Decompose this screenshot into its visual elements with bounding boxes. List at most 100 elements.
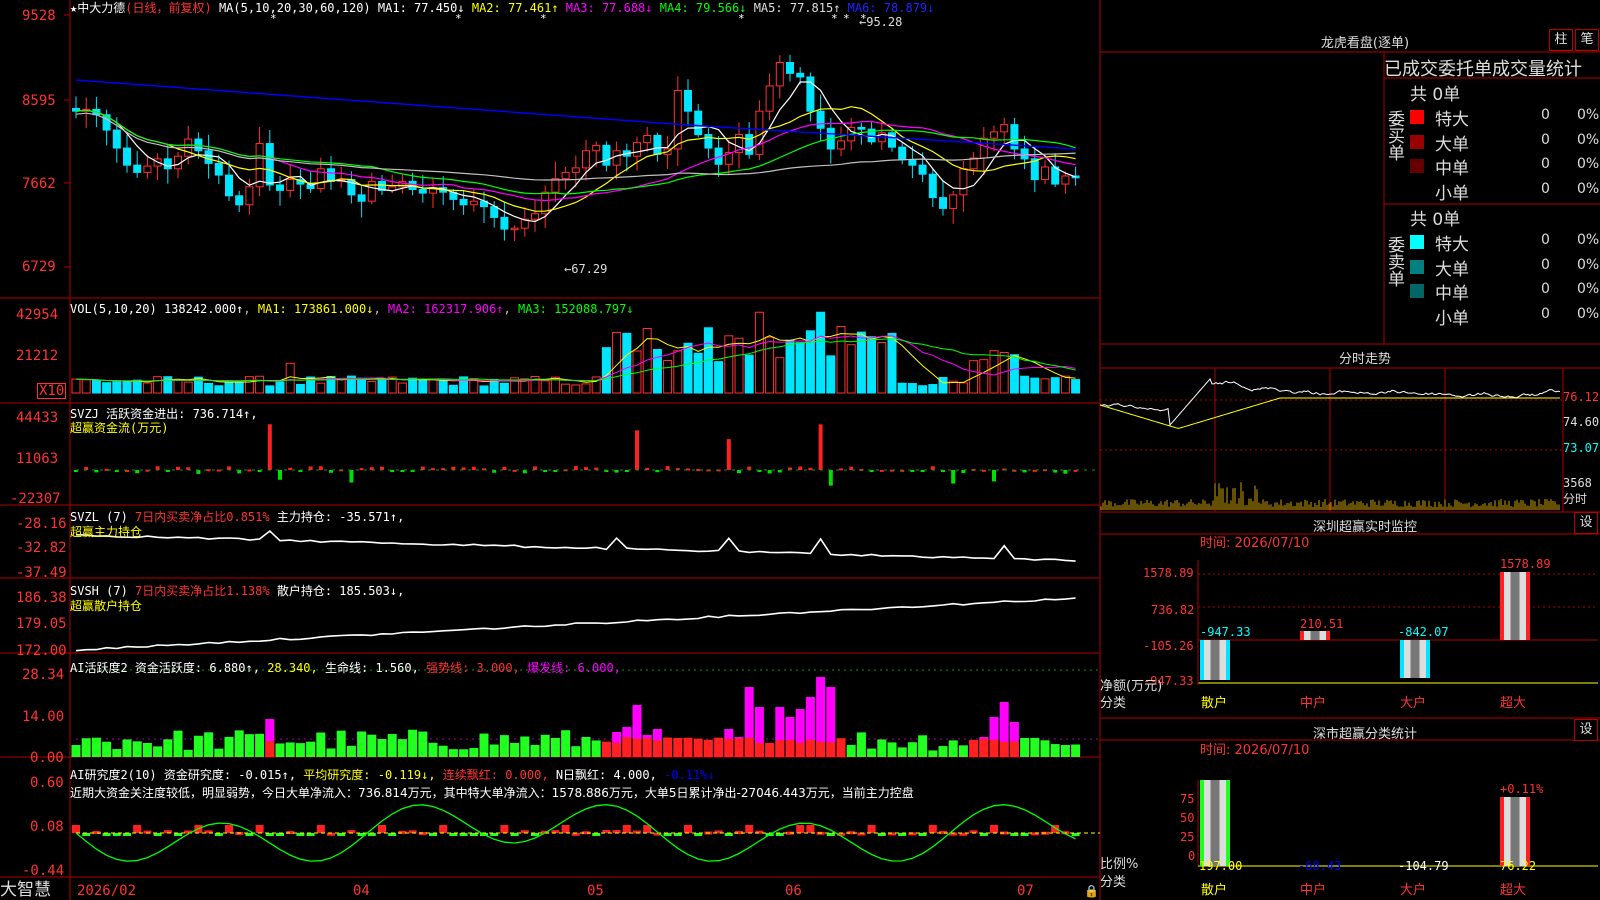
flow-bar (206, 469, 211, 472)
activity-bar (316, 732, 326, 757)
volume-bar (418, 379, 428, 394)
stat-category: 散户 (1201, 883, 1228, 898)
flow-bar (839, 468, 843, 471)
research-bar (225, 825, 233, 833)
svzj-axis-label: 44433 (16, 410, 59, 426)
research-bar (622, 825, 631, 833)
activity-bar (561, 730, 571, 757)
candle (602, 144, 611, 166)
price-legend: ★中大力德(日线，前复权) MA(5,10,20,30,60,120) MA1:… (70, 1, 934, 15)
svzj-axis-label: 11063 (16, 451, 59, 467)
activity-bar (969, 739, 979, 757)
activity-bar (448, 749, 458, 757)
volume-bar (377, 378, 387, 394)
research-bar (867, 825, 876, 833)
buy-total: 共 0单 (1410, 85, 1461, 105)
volume-bar (816, 311, 826, 394)
bar-mode-button[interactable]: 柱 (1549, 29, 1573, 51)
sell-orders-label: 委卖单 (1384, 236, 1404, 287)
tick-mode-button[interactable]: 笔 (1575, 29, 1599, 51)
svsh-axis-label: 172.00 (16, 643, 67, 659)
candle (939, 197, 947, 209)
activity-bar (479, 733, 489, 757)
sz-category: 超大 (1500, 696, 1527, 711)
candle (245, 186, 254, 206)
volume-bar (1030, 377, 1040, 394)
candle (357, 194, 366, 202)
stat-value-label: -104.79 (1398, 859, 1449, 873)
volume-bar (357, 377, 367, 394)
sz-category: 中户 (1300, 696, 1327, 711)
activity-bar (683, 737, 693, 757)
stat-axis-label: 50 (1180, 811, 1195, 825)
activity-bar (805, 739, 815, 757)
candle (123, 147, 131, 166)
volume-bar (989, 350, 999, 394)
lock-icon[interactable]: 🔒 (1084, 884, 1099, 898)
volume-bar (581, 383, 591, 394)
stat-ylabel: 比例% (1100, 857, 1139, 872)
research-bar (806, 825, 815, 833)
vol-ma1-line (75, 333, 1076, 384)
activity-bar (336, 730, 346, 757)
svzl-axis-label: -32.82 (16, 540, 67, 556)
activity-bar (397, 739, 407, 757)
research-bar (316, 825, 325, 833)
settings-button[interactable]: 设 (1574, 512, 1598, 534)
stat-title: 深市超赢分类统计 (1312, 727, 1417, 742)
candle (612, 150, 621, 166)
sell-row-pct: 0% (1577, 305, 1600, 322)
flow-bar (359, 468, 364, 471)
activity-bar (489, 744, 499, 757)
sz-monitor-title: 深圳超赢实时监控 (1312, 520, 1417, 535)
activity-bar (622, 737, 632, 757)
flow-bar (196, 470, 201, 474)
sz-xlabel: 分类 (1100, 696, 1127, 711)
activity-bar (938, 746, 948, 757)
volume-bar (428, 379, 438, 394)
flow-bar (155, 466, 160, 470)
sell-swatch (1410, 308, 1424, 323)
main-chart-canvas[interactable]: * * * * * * * (0, 0, 1600, 900)
candle (755, 110, 764, 155)
candle (255, 143, 264, 188)
sell-row-name: 大单 (1435, 259, 1469, 280)
ai-research-axis-label: 0.08 (30, 819, 64, 835)
volume-bar (173, 379, 183, 394)
activity-bar (408, 729, 418, 757)
flow-bar (573, 466, 578, 470)
ai2-legend: AI活跃度2 资金活跃度: 6.880↑, 28.340, 生命线: 1.560… (70, 661, 621, 675)
activity-bar (826, 742, 836, 757)
low-price-mark: ←67.29 (564, 262, 608, 276)
buy-swatch (1410, 110, 1424, 124)
stock-name: 中大力德 (77, 1, 126, 15)
settings-button-2[interactable]: 设 (1574, 719, 1598, 741)
volume-bar (652, 348, 662, 394)
flow-bar (247, 469, 252, 472)
date-axis-label: 06 (785, 883, 802, 899)
activity-bar (765, 742, 775, 757)
volume-bar (938, 376, 948, 394)
vol-ma3-line (75, 338, 1076, 382)
activity-bar (275, 743, 285, 757)
svzl-axis-label: -28.16 (16, 516, 67, 532)
vol-ma2-line (75, 335, 1076, 382)
candle (592, 144, 601, 152)
candle (673, 89, 682, 150)
volume-bar (153, 376, 163, 394)
sell-row-count: 0 (1541, 256, 1550, 273)
flow-bar (135, 470, 140, 474)
activity-bar (989, 739, 999, 757)
sz-bar (1410, 640, 1420, 678)
volume-bar (122, 381, 132, 394)
sz-axis-label: 736.82 (1151, 603, 1195, 617)
activity-bar (1009, 741, 1019, 757)
sz-value-label: 1578.89 (1500, 557, 1551, 571)
volume-bar (112, 381, 122, 394)
candle (490, 206, 499, 218)
activity-bar (703, 739, 713, 757)
ma2-legend: MA2: 77.461↑ (471, 1, 559, 15)
intraday-title: 分时走势 (1338, 352, 1391, 367)
sell-row-name: 中单 (1435, 284, 1469, 304)
candle (653, 134, 662, 155)
